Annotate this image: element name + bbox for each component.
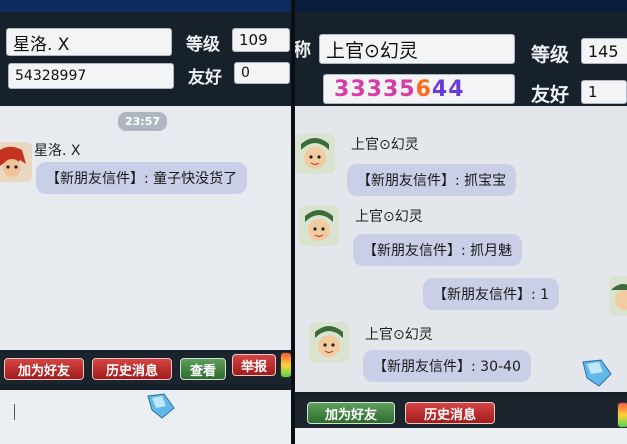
level-value: 109 <box>232 28 290 52</box>
action-toolbar: 加为好友 历史消息 查看 举报 <box>0 352 291 384</box>
chat-window-right: 称 上官⊙幻灵 等级 145 33335644 友好 1 上官⊙幻灵 【新朋友信… <box>295 0 627 444</box>
id-number-field: 33335644 <box>323 74 515 104</box>
avatar-icon <box>295 134 335 174</box>
message-input[interactable] <box>295 428 627 444</box>
outgoing-message-bubble: 【新朋友信件】: 1 <box>423 278 560 310</box>
report-button[interactable]: 举报 <box>232 354 276 376</box>
crystal-icon <box>582 359 612 387</box>
add-friend-button[interactable]: 加为好友 <box>4 358 84 380</box>
window-top-strip <box>0 0 291 12</box>
status-light-icon <box>617 402 627 428</box>
id-digit: 6 <box>415 76 432 102</box>
text-caret <box>14 404 15 420</box>
chat-window-left: 星洛. X 等级 109 54328997 友好 0 23:57 星洛. X 【… <box>0 0 291 444</box>
friendship-label: 友好 <box>188 68 222 88</box>
window-top-strip <box>295 0 627 12</box>
profile-header <box>0 12 291 106</box>
friendship-value-text: 1 <box>588 83 598 101</box>
message-timestamp: 23:57 <box>118 112 168 131</box>
id-number-text: 33335644 <box>334 77 465 102</box>
id-digit: 3 <box>350 76 367 102</box>
avatar-icon <box>0 142 32 182</box>
id-number-text: 54328997 <box>15 68 87 84</box>
level-value-text: 109 <box>239 31 268 49</box>
sender-name: 星洛. X <box>34 143 81 159</box>
message-bubble: 【新朋友信件】: 抓月魅 <box>353 234 523 266</box>
message-bubble: 【新朋友信件】: 30-40 <box>363 350 531 382</box>
chat-history[interactable]: 23:57 星洛. X 【新朋友信件】: 童子快没货了 <box>0 106 291 350</box>
level-label: 等级 <box>531 44 570 66</box>
add-friend-button[interactable]: 加为好友 <box>307 402 395 424</box>
message-input[interactable] <box>0 390 291 444</box>
id-digit: 3 <box>382 76 400 102</box>
nickname-text: 上官⊙幻灵 <box>326 39 418 62</box>
history-button[interactable]: 历史消息 <box>405 402 495 424</box>
name-label: 称 <box>295 40 311 61</box>
chat-history[interactable]: 上官⊙幻灵 【新朋友信件】: 抓宝宝 上官⊙幻灵 【新朋友信件】: 抓月魅 【新… <box>295 106 627 392</box>
level-label: 等级 <box>186 35 220 55</box>
message-bubble: 【新朋友信件】: 抓宝宝 <box>347 164 517 196</box>
view-button[interactable]: 查看 <box>180 358 226 380</box>
id-digit: 4 <box>448 76 465 102</box>
nickname-field: 上官⊙幻灵 <box>319 34 515 64</box>
avatar-icon <box>609 276 627 316</box>
sender-name: 上官⊙幻灵 <box>365 327 433 343</box>
level-value-text: 145 <box>588 41 619 61</box>
friendship-value: 1 <box>581 80 627 104</box>
sender-name: 上官⊙幻灵 <box>351 137 419 153</box>
friendship-value: 0 <box>234 62 290 84</box>
id-digit: 3 <box>334 76 351 102</box>
level-value: 145 <box>581 38 627 64</box>
friendship-value-text: 0 <box>241 65 250 81</box>
sender-name: 上官⊙幻灵 <box>355 209 423 225</box>
action-toolbar: 加为好友 历史消息 <box>295 396 627 428</box>
screenshot-collage: 星洛. X 等级 109 54328997 友好 0 23:57 星洛. X 【… <box>0 0 627 444</box>
message-bubble: 【新朋友信件】: 童子快没货了 <box>36 162 248 194</box>
avatar-icon <box>299 206 339 246</box>
nickname-text: 星洛. X <box>13 34 70 55</box>
id-digit: 5 <box>399 76 416 102</box>
nickname-field: 星洛. X <box>6 28 172 56</box>
id-digit: 3 <box>366 76 383 102</box>
id-number-field: 54328997 <box>8 63 174 89</box>
status-light-icon <box>280 352 291 378</box>
avatar-icon <box>309 322 349 362</box>
friendship-label: 友好 <box>531 84 570 106</box>
id-digit: 4 <box>431 76 449 102</box>
history-button[interactable]: 历史消息 <box>92 358 172 380</box>
crystal-icon <box>147 393 175 419</box>
